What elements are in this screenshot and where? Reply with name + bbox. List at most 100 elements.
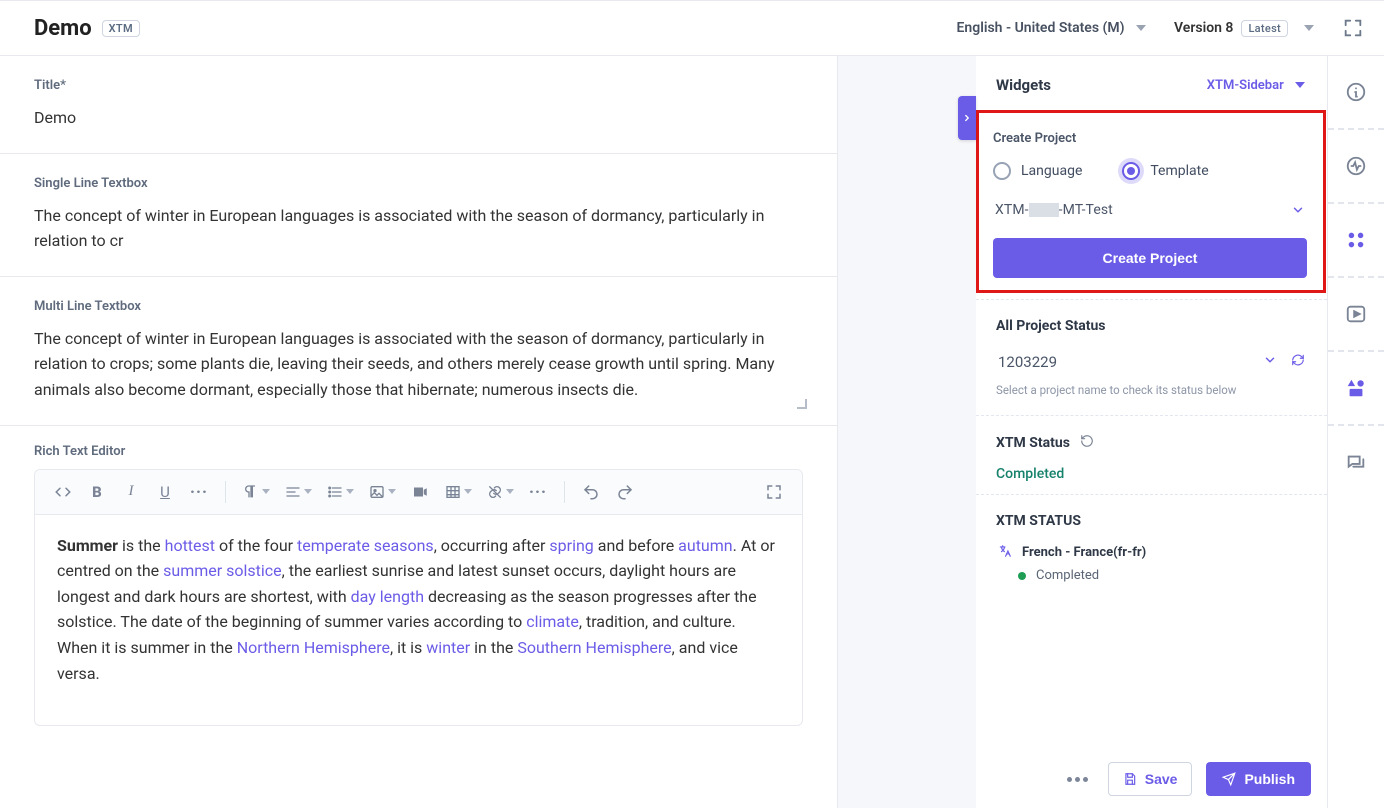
- undo-icon[interactable]: [577, 478, 605, 506]
- all-project-status-title: All Project Status: [996, 318, 1307, 334]
- rail-preview[interactable]: [1328, 278, 1384, 352]
- template-suffix: -MT-Test: [1059, 202, 1113, 218]
- rte-link-summer-solstice[interactable]: summer solstice: [163, 561, 282, 580]
- play-square-icon: [1345, 303, 1367, 325]
- page-title: Demo: [34, 16, 92, 41]
- rte-body[interactable]: Summer is the hottest of the four temper…: [35, 515, 802, 725]
- xtm-status-value: Completed: [996, 466, 1307, 482]
- field-title-value[interactable]: Demo: [34, 105, 803, 131]
- radio-template-label: Template: [1150, 163, 1208, 179]
- rte-link-southern-hemisphere[interactable]: Southern Hemisphere: [517, 638, 671, 657]
- align-icon[interactable]: [280, 478, 316, 506]
- panel-collapse-handle[interactable]: [958, 96, 976, 140]
- redo-icon[interactable]: [611, 478, 639, 506]
- link-icon[interactable]: [482, 478, 518, 506]
- rte-link-spring[interactable]: spring: [549, 536, 593, 555]
- table-icon[interactable]: [440, 478, 476, 506]
- field-rich-text-label: Rich Text Editor: [34, 444, 803, 459]
- rail-comments[interactable]: [1328, 426, 1384, 500]
- status-language-label: French - France(fr-fr): [1022, 545, 1146, 560]
- field-title-label: Title*: [34, 78, 803, 93]
- translate-icon: [998, 543, 1012, 562]
- video-icon[interactable]: [406, 478, 434, 506]
- workflow-icon: [1345, 229, 1367, 251]
- field-multi-line-text: The concept of winter in European langua…: [34, 329, 775, 399]
- save-button[interactable]: Save: [1108, 762, 1193, 796]
- refresh-icon[interactable]: [1291, 352, 1305, 371]
- rail-workflow[interactable]: [1328, 204, 1384, 278]
- image-icon[interactable]: [364, 478, 400, 506]
- rte-toolbar: B I U ··· ···: [35, 470, 802, 515]
- rte-text: , it is: [390, 638, 426, 657]
- rte-link-climate[interactable]: climate: [526, 612, 579, 631]
- more-formatting-icon[interactable]: ···: [185, 478, 213, 506]
- field-multi-line-value[interactable]: The concept of winter in European langua…: [34, 326, 803, 403]
- resize-handle-icon[interactable]: [797, 399, 807, 409]
- content-editor-panel: Title* Demo Single Line Textbox The conc…: [0, 56, 838, 808]
- field-multi-line: Multi Line Textbox The concept of winter…: [0, 277, 837, 426]
- underline-icon[interactable]: U: [151, 478, 179, 506]
- status-language-row: French - France(fr-fr): [998, 543, 1307, 562]
- chevron-down-icon: [1295, 82, 1305, 88]
- rail-shapes[interactable]: [1328, 352, 1384, 426]
- radio-template[interactable]: Template: [1122, 162, 1208, 180]
- create-project-mode-radios: Language Template: [993, 162, 1307, 180]
- info-icon: [1345, 81, 1367, 103]
- template-select[interactable]: XTM--MT-Test: [993, 198, 1307, 234]
- rich-text-editor: B I U ··· ···: [34, 469, 803, 726]
- create-project-title: Create Project: [993, 131, 1307, 146]
- status-language-state-label: Completed: [1036, 568, 1099, 583]
- language-selector[interactable]: English - United States (M): [957, 20, 1147, 36]
- rte-link-autumn[interactable]: autumn: [678, 536, 732, 555]
- create-project-button[interactable]: Create Project: [993, 238, 1307, 278]
- more-tools-icon[interactable]: ···: [524, 478, 552, 506]
- project-status-help-text: Select a project name to check its statu…: [996, 383, 1307, 397]
- status-dot-icon: [1018, 572, 1026, 580]
- rte-link-temperate-seasons[interactable]: temperate seasons: [297, 536, 434, 555]
- comments-icon: [1345, 452, 1367, 474]
- list-icon[interactable]: [322, 478, 358, 506]
- top-bar: Demo XTM English - United States (M) Ver…: [0, 0, 1384, 56]
- chevron-down-icon: [1291, 203, 1305, 217]
- radio-icon: [1122, 162, 1140, 180]
- rte-text: Summer: [57, 536, 118, 555]
- fullscreen-editor-icon[interactable]: [760, 478, 788, 506]
- rte-link-northern-hemisphere[interactable]: Northern Hemisphere: [237, 638, 390, 657]
- rail-activity[interactable]: [1328, 130, 1384, 204]
- rail-info[interactable]: [1328, 56, 1384, 130]
- more-actions-icon[interactable]: [1061, 771, 1094, 788]
- xtm-status-title: XTM Status: [996, 435, 1070, 451]
- rte-link-winter[interactable]: winter: [426, 638, 470, 657]
- version-selector[interactable]: Version 8 Latest: [1174, 20, 1314, 37]
- chevron-down-icon: [1263, 352, 1277, 371]
- radio-language[interactable]: Language: [993, 162, 1082, 180]
- rte-link-day-length[interactable]: day length: [351, 587, 424, 606]
- xtm-status-list-section: XTM STATUS French - France(fr-fr) Comple…: [976, 494, 1327, 623]
- publish-button[interactable]: Publish: [1206, 762, 1311, 796]
- version-chip: Latest: [1241, 20, 1288, 37]
- rte-link-hottest[interactable]: hottest: [165, 536, 215, 555]
- content-gutter: [838, 56, 976, 808]
- radio-icon: [993, 162, 1011, 180]
- italic-icon[interactable]: I: [117, 478, 145, 506]
- rte-text: , occurring after: [434, 536, 550, 555]
- code-view-icon[interactable]: [49, 478, 77, 506]
- fullscreen-icon[interactable]: [1342, 17, 1364, 39]
- all-project-status-section: All Project Status 1203229 Select a proj…: [976, 299, 1327, 409]
- status-language-state: Completed: [996, 568, 1307, 583]
- shapes-icon: [1345, 377, 1367, 399]
- project-select[interactable]: 1203229: [996, 348, 1307, 379]
- widgets-panel: Widgets XTM-Sidebar Create Project Langu…: [976, 56, 1328, 808]
- bold-icon[interactable]: B: [83, 478, 111, 506]
- publish-icon: [1222, 772, 1236, 786]
- refresh-history-icon[interactable]: [1080, 434, 1094, 452]
- widgets-heading: Widgets: [996, 76, 1051, 94]
- field-rich-text: Rich Text Editor B I U ··· ···: [0, 426, 837, 766]
- paragraph-format-icon[interactable]: [238, 478, 274, 506]
- rte-text: and before: [594, 536, 678, 555]
- widgets-selector[interactable]: XTM-Sidebar: [1207, 78, 1305, 93]
- publish-button-label: Publish: [1244, 771, 1295, 787]
- redacted-text: [1029, 203, 1059, 217]
- create-project-highlight-box: Create Project Language Template XTM--MT…: [976, 110, 1326, 293]
- field-single-line-value[interactable]: The concept of winter in European langua…: [34, 203, 803, 254]
